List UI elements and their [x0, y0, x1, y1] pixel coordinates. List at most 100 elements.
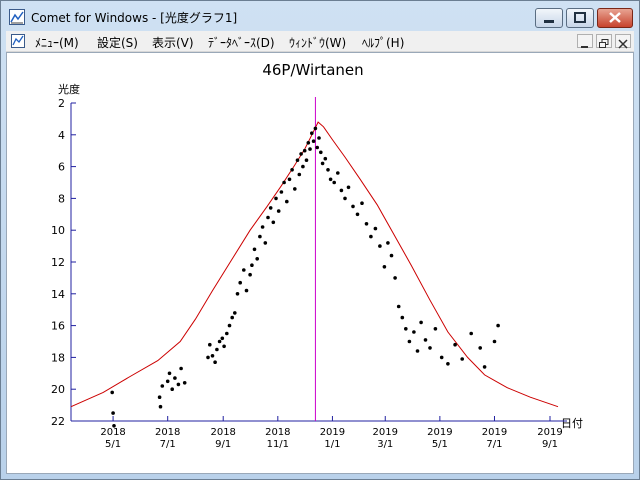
y-tick-label: 14 [51, 288, 65, 301]
observation-point [271, 220, 276, 225]
mdi-restore-icon [599, 39, 609, 48]
observation-point [439, 355, 444, 360]
observation-point [446, 362, 450, 366]
x-tick-label-year: 2019 [482, 427, 507, 438]
observation-point [222, 344, 226, 349]
y-tick-label: 6 [58, 161, 65, 174]
observation-point [220, 336, 225, 341]
mdi-restore-button[interactable] [596, 34, 612, 48]
observation-point [299, 152, 303, 156]
observation-point [319, 150, 323, 155]
observation-point [404, 327, 408, 331]
observation-point [317, 136, 321, 140]
menu-menu[interactable]: ﾒﾆｭｰ(M) [35, 34, 79, 51]
observation-point [433, 327, 438, 331]
observation-point [415, 349, 420, 353]
mdi-minimize-button[interactable] [577, 34, 593, 48]
observation-point [393, 276, 397, 280]
observation-point [217, 339, 222, 344]
observation-point [320, 161, 325, 166]
observation-point [328, 177, 333, 182]
observation-point [111, 411, 115, 415]
observation-point [250, 263, 254, 267]
observation-point [263, 241, 268, 245]
observation-point [295, 158, 300, 162]
observation-point [460, 357, 465, 361]
observation-point [313, 126, 318, 131]
observation-point [492, 339, 497, 344]
menu-database[interactable]: ﾃﾞｰﾀﾍﾞｰｽ(D) [208, 34, 275, 51]
observation-point [386, 241, 390, 245]
close-button[interactable] [597, 8, 633, 28]
menu-settings[interactable]: 設定(S) [97, 34, 138, 51]
observation-point [276, 209, 281, 213]
observation-point [293, 187, 297, 191]
x-tick-label-year: 2019 [537, 427, 562, 438]
y-tick-label: 22 [51, 415, 65, 428]
maximize-button[interactable] [566, 8, 594, 28]
x-tick-label-year: 2018 [155, 427, 180, 438]
observation-point [210, 354, 215, 358]
observation-point [297, 172, 302, 177]
x-tick-label-year: 2018 [100, 427, 125, 438]
observation-point [315, 145, 320, 150]
maximize-icon [574, 12, 586, 23]
observation-point [453, 342, 457, 347]
observation-point [412, 330, 416, 334]
observation-point [287, 177, 292, 182]
observation-point [285, 199, 289, 204]
observation-point [242, 268, 246, 272]
menu-bar: ﾒﾆｭｰ(M) 設定(S) 表示(V) ﾃﾞｰﾀﾍﾞｰｽ(D) ｳｨﾝﾄﾞｳ(W… [6, 31, 634, 52]
observation-point [308, 147, 312, 151]
observation-point [179, 366, 183, 371]
observation-point [282, 180, 286, 185]
mdi-close-button[interactable] [615, 34, 631, 49]
y-tick-label: 4 [58, 129, 65, 142]
menu-window[interactable]: ｳｨﾝﾄﾞｳ(W) [289, 34, 346, 51]
observation-point [173, 376, 177, 380]
observation-point [110, 390, 114, 395]
observation-point [469, 331, 474, 336]
light-curve-chart: 46P/Wirtanen 光度 日付 2 4 6 8 10 12 14 16 18 20 22 201… [51, 61, 583, 450]
y-tick-label: 20 [51, 383, 65, 396]
observation-point [230, 315, 234, 320]
title-bar[interactable]: Comet for Windows - [光度グラフ1] [1, 1, 639, 31]
x-tick-label-year: 2019 [373, 427, 398, 438]
x-tick-label-date: 7/1 [160, 439, 176, 450]
menu-view[interactable]: 表示(V) [152, 34, 194, 51]
x-tick-label-date: 3/1 [377, 439, 393, 450]
observation-point [248, 272, 252, 277]
observation-point [208, 342, 212, 347]
observation-point [364, 222, 369, 226]
x-tick-label-year: 2019 [320, 427, 345, 438]
menu-help[interactable]: ﾍﾙﾌﾟ(H) [362, 34, 404, 51]
observation-point [326, 168, 330, 172]
observation-point [244, 288, 249, 293]
observation-point [343, 196, 347, 201]
observation-point [323, 156, 328, 161]
chart-title: 46P/Wirtanen [262, 61, 363, 79]
observation-point [170, 387, 174, 392]
observation-point [235, 292, 240, 296]
observation-point [400, 315, 405, 320]
observation-point [306, 141, 311, 145]
y-tick-label: 10 [51, 224, 65, 237]
x-tick-label-date: 7/1 [486, 439, 502, 450]
x-tick-label-date: 11/1 [267, 439, 289, 450]
observation-point [182, 381, 187, 385]
x-tick-label-date: 5/1 [105, 439, 121, 450]
mdi-minimize-icon [581, 46, 588, 48]
observation-point [389, 253, 394, 258]
observation-point [227, 323, 232, 328]
minimize-button[interactable] [535, 8, 563, 28]
observation-point [213, 360, 217, 365]
x-tick-label-year: 2018 [210, 427, 235, 438]
observation-point [255, 257, 259, 261]
observation-point [302, 148, 307, 153]
observation-point [225, 331, 229, 336]
chart-icon[interactable] [11, 34, 25, 48]
observation-point [360, 201, 364, 205]
y-axis-label: 光度 [58, 82, 80, 96]
x-tick-label-date: 9/1 [215, 439, 231, 450]
observation-point [279, 190, 284, 194]
